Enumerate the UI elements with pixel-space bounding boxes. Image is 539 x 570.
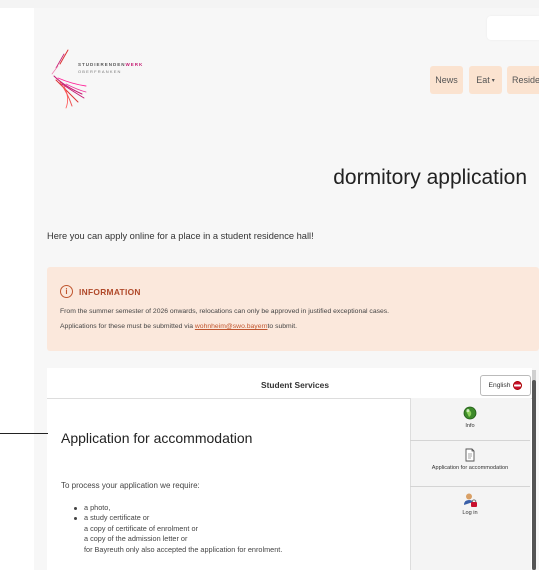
info-icon: i	[60, 285, 73, 298]
information-title: INFORMATION	[79, 286, 141, 297]
information-line-2: Applications for these must be submitted…	[60, 323, 297, 330]
requirements-intro: To process your application we require:	[61, 481, 200, 490]
side-menu-label: Log in	[462, 510, 478, 516]
side-menu-label: Info	[465, 423, 475, 429]
side-menu-item-info[interactable]: Info	[410, 400, 530, 441]
side-menu-item-login[interactable]: Log in	[410, 487, 530, 525]
email-link[interactable]: wohnheim@swo.bayern	[195, 323, 268, 330]
logo-subtitle: OBERFRANKEN	[78, 69, 122, 74]
list-item: a photo,	[74, 503, 282, 513]
nav-eat-button[interactable]: Eat ▾	[469, 66, 502, 94]
intro-text: Here you can apply online for a place in…	[47, 231, 314, 241]
application-heading: Application for accommodation	[61, 430, 253, 446]
left-divider-line	[0, 433, 48, 434]
uk-flag-icon	[513, 381, 523, 390]
information-notice: i INFORMATION From the summer semester o…	[47, 267, 539, 351]
user-lock-icon	[464, 493, 477, 507]
globe-icon	[463, 406, 477, 420]
list-item: a study certificate or	[74, 513, 282, 523]
scrollbar-thumb[interactable]	[532, 380, 536, 570]
logo-wordmark: STUDIERENDENWERK	[78, 62, 144, 67]
studierendenwerk-logo-icon[interactable]	[48, 46, 88, 110]
search-input[interactable]	[487, 16, 539, 40]
requirements-list: a photo, a study certificate or a copy o…	[74, 503, 282, 555]
list-item: a copy of certificate of enrolment or	[84, 523, 198, 533]
list-item: a copy of the admission letter or	[84, 534, 188, 544]
side-menu-label: Application for accommodation	[431, 465, 509, 471]
document-icon	[465, 448, 475, 462]
language-selector[interactable]: English	[480, 375, 531, 396]
nav-reside-button[interactable]: Reside	[507, 66, 539, 94]
top-strip	[0, 0, 539, 8]
side-menu-item-application[interactable]: Application for accommodation	[410, 441, 530, 487]
nav-news-button[interactable]: News	[430, 66, 463, 94]
page-title: dormitory application	[333, 166, 527, 189]
chevron-down-icon: ▾	[491, 77, 495, 84]
information-line-1: From the summer semester of 2026 onwards…	[60, 308, 390, 315]
list-item: for Bayreuth only also accepted the appl…	[84, 544, 283, 554]
panel-title: Student Services	[261, 380, 329, 390]
